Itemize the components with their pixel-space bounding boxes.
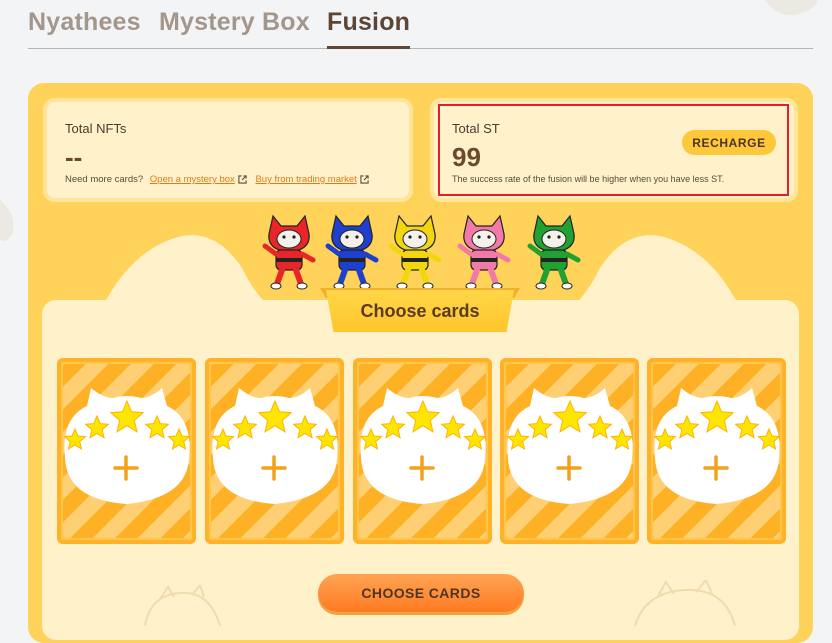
total-nfts-label: Total NFTs bbox=[65, 121, 127, 136]
tab-fusion[interactable]: Fusion bbox=[327, 8, 411, 49]
plus-icon bbox=[703, 455, 729, 481]
tab-nyathees[interactable]: Nyathees bbox=[28, 8, 141, 37]
choose-cards-button[interactable]: CHOOSE CARDS bbox=[318, 574, 524, 612]
faint-cat-outline-icon bbox=[634, 580, 736, 626]
ninja-cat-mascot bbox=[388, 214, 442, 290]
highlight-box bbox=[438, 104, 789, 196]
plus-icon bbox=[556, 455, 582, 481]
more-cards-row: Need more cards? Open a mystery box Buy … bbox=[65, 174, 369, 185]
external-link-icon bbox=[360, 175, 369, 184]
ninja-cat-mascot bbox=[262, 214, 316, 290]
card-slot[interactable] bbox=[57, 358, 196, 544]
ninja-cat-mascot bbox=[457, 214, 511, 290]
tab-bar: Nyathees Mystery Box Fusion bbox=[28, 0, 813, 49]
more-cards-prompt: Need more cards? bbox=[65, 174, 144, 185]
total-nfts-card bbox=[43, 98, 413, 202]
ninja-cat-mascot bbox=[527, 214, 581, 290]
external-link-icon bbox=[238, 175, 247, 184]
card-slot[interactable] bbox=[205, 358, 344, 544]
background-cat-decoration-icon bbox=[0, 200, 14, 241]
trading-market-link[interactable]: Buy from trading market bbox=[255, 174, 356, 185]
tab-mystery-box[interactable]: Mystery Box bbox=[159, 8, 310, 37]
card-slot[interactable] bbox=[647, 358, 786, 544]
plus-icon bbox=[261, 455, 287, 481]
total-nfts-value: -- bbox=[65, 142, 83, 172]
card-slot[interactable] bbox=[500, 358, 639, 544]
plus-icon bbox=[113, 455, 139, 481]
section-title: Choose cards bbox=[360, 300, 480, 321]
plus-icon bbox=[409, 455, 435, 481]
card-slot[interactable] bbox=[353, 358, 492, 544]
open-mystery-box-link[interactable]: Open a mystery box bbox=[150, 174, 235, 185]
faint-cat-outline-icon bbox=[144, 585, 221, 626]
ninja-cat-mascots bbox=[262, 214, 581, 290]
choose-cards-banner: Choose cards bbox=[326, 290, 514, 332]
ninja-cat-mascot bbox=[325, 214, 379, 290]
